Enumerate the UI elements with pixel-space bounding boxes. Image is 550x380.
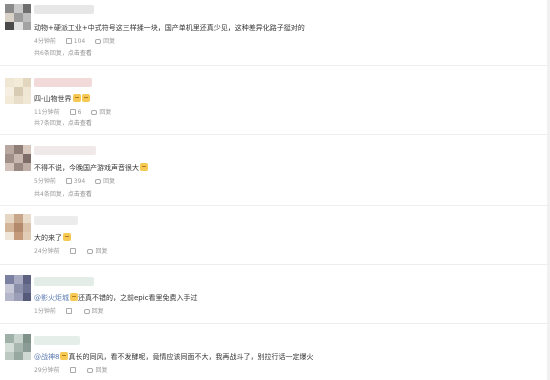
- username[interactable]: [34, 78, 92, 87]
- username[interactable]: [34, 5, 94, 14]
- reply-icon: [95, 39, 102, 44]
- mention-link[interactable]: @战神8: [34, 353, 59, 361]
- comment-meta: 5分钟前 394 回复: [34, 178, 123, 186]
- emoji-icon: [63, 233, 71, 241]
- timestamp: 1分钟前: [34, 308, 56, 315]
- comment-item: 大的来了 24分钟前 回复: [0, 206, 550, 265]
- like-icon: [69, 367, 76, 373]
- replies-summary: 共7条回复，点击查看: [34, 120, 92, 127]
- reply-icon: [83, 309, 90, 314]
- timestamp: 11分钟前: [34, 109, 60, 116]
- replies-summary: 共4条回复，点击查看: [34, 191, 92, 198]
- username[interactable]: [34, 336, 80, 345]
- comment-meta: 4分钟前 104 回复: [34, 38, 123, 46]
- comment-meta: 24分钟前 回复: [34, 248, 116, 256]
- username[interactable]: [34, 216, 78, 225]
- timestamp: 24分钟前: [34, 248, 60, 255]
- like-icon: [69, 248, 76, 254]
- comment-text: 不得不说，今晚国产游戏声音很大: [34, 163, 148, 173]
- comment-meta: 29分钟前 回复: [34, 367, 116, 375]
- like-icon: [65, 38, 72, 44]
- avatar[interactable]: [5, 275, 31, 301]
- avatar[interactable]: [5, 334, 31, 360]
- like-button[interactable]: 6: [69, 109, 81, 117]
- comment-text: @影火炬城 还真不错的，之前epic看里免费入手过: [34, 293, 198, 302]
- like-button[interactable]: [69, 367, 78, 375]
- emoji-icon: [60, 352, 69, 360]
- like-button[interactable]: 394: [65, 178, 85, 186]
- like-icon: [69, 109, 76, 115]
- like-button[interactable]: [65, 308, 74, 316]
- comment-item: 不得不说，今晚国产游戏声音很大 5分钟前 394 回复 共4条回复，点击查看: [0, 135, 550, 206]
- comment-text: 动物+硬派工业+中式符号这三样揉一块，国产单机里还真少见，这种差异化路子挺对的: [34, 24, 305, 32]
- comment-item: 动物+硬派工业+中式符号这三样揉一块，国产单机里还真少见，这种差异化路子挺对的 …: [0, 0, 550, 66]
- like-button[interactable]: [69, 248, 78, 256]
- emoji-icon: [81, 94, 90, 102]
- reply-icon: [87, 249, 94, 254]
- like-icon: [65, 178, 72, 184]
- view-replies-link[interactable]: 点击查看: [68, 120, 92, 127]
- avatar[interactable]: [5, 78, 31, 104]
- emoji-icon: [140, 163, 148, 171]
- reply-icon: [91, 110, 98, 115]
- timestamp: 5分钟前: [34, 178, 56, 185]
- timestamp: 4分钟前: [34, 38, 56, 45]
- emoji-icon: [72, 94, 81, 102]
- comment-meta: 11分钟前 6 回复: [34, 109, 119, 117]
- username[interactable]: [34, 146, 96, 155]
- avatar[interactable]: [5, 214, 31, 240]
- reply-icon: [95, 179, 102, 184]
- view-replies-link[interactable]: 点击查看: [68, 191, 92, 198]
- timestamp: 29分钟前: [34, 367, 60, 374]
- comment-text: 大的来了: [34, 233, 71, 243]
- comment-text: 四-山物世界: [34, 94, 90, 104]
- emoji-icon: [70, 293, 78, 301]
- comment-item: 四-山物世界 11分钟前 6 回复 共7条回复，点击查看: [0, 66, 550, 135]
- reply-button[interactable]: 回复: [87, 248, 108, 256]
- avatar[interactable]: [5, 145, 31, 171]
- like-icon: [65, 308, 72, 314]
- comment-meta: 1分钟前 回复: [34, 308, 112, 316]
- reply-button[interactable]: 回复: [83, 308, 104, 316]
- username[interactable]: [34, 277, 94, 286]
- comment-item: @战神8 真长的同风，看不发酵呢，竟情应该同面不大，我再战斗了，别拉行话一定爆火 …: [0, 324, 550, 380]
- comment-text: @战神8 真长的同风，看不发酵呢，竟情应该同面不大，我再战斗了，别拉行话一定爆火: [34, 352, 314, 361]
- reply-icon: [87, 368, 94, 373]
- avatar[interactable]: [5, 4, 31, 30]
- reply-button[interactable]: 回复: [91, 109, 111, 117]
- like-button[interactable]: 104: [65, 38, 85, 46]
- reply-button[interactable]: 回复: [87, 367, 108, 375]
- replies-summary: 共6条回复，点击查看: [34, 50, 92, 57]
- reply-button[interactable]: 回复: [95, 178, 115, 186]
- view-replies-link[interactable]: 点击查看: [68, 50, 92, 57]
- reply-button[interactable]: 回复: [95, 38, 115, 46]
- comment-item: @影火炬城 还真不错的，之前epic看里免费入手过 1分钟前 回复: [0, 265, 550, 324]
- mention-link[interactable]: @影火炬城: [34, 294, 69, 302]
